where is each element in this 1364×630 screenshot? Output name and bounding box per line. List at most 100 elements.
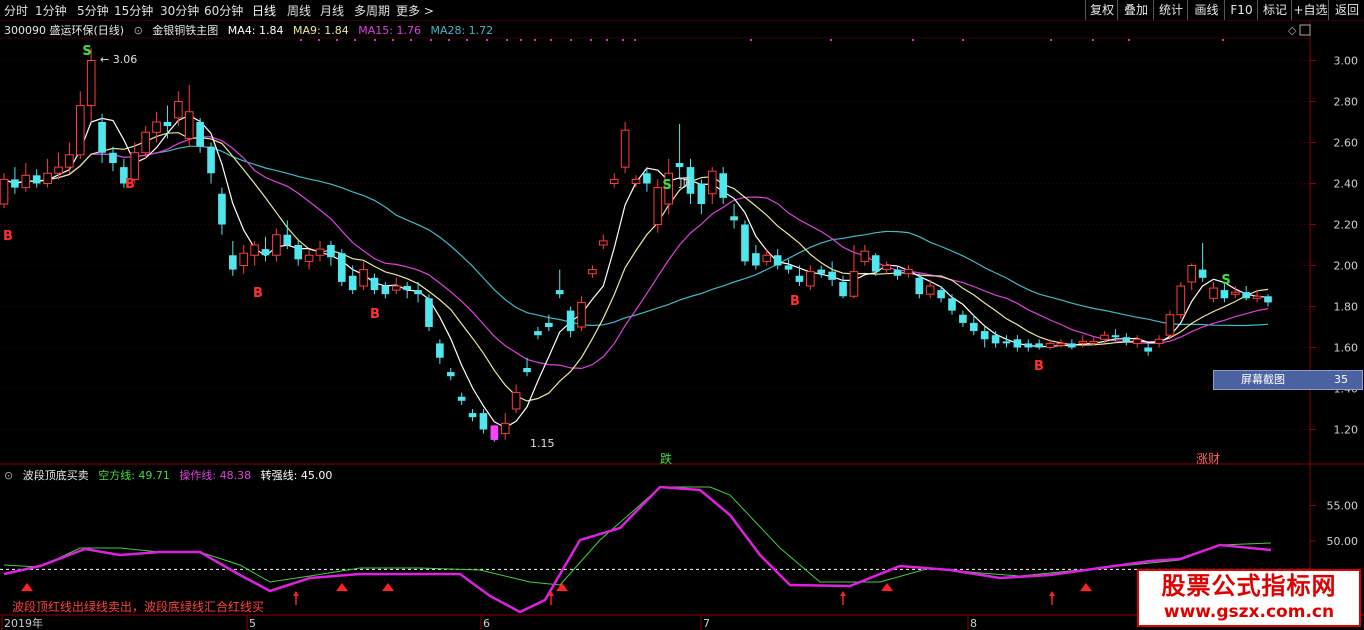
candle-body[interactable] [1242,292,1251,299]
candle-body[interactable] [675,163,684,168]
candle-body[interactable] [806,271,815,287]
candle-body[interactable] [741,224,749,262]
candle-body[interactable] [1187,265,1197,283]
candle-body[interactable] [893,269,902,276]
candle-body[interactable] [425,298,433,327]
candle-body[interactable] [294,245,303,260]
candle-body[interactable] [348,275,357,291]
candle-body[interactable] [98,122,106,153]
candle-body[interactable] [381,286,390,295]
candle-body[interactable] [795,275,804,282]
candle-body[interactable] [0,178,9,205]
candle-body[interactable] [1252,295,1262,299]
candle-body[interactable] [250,244,259,256]
candle-body[interactable] [959,314,967,323]
candle-body[interactable] [75,105,85,156]
candle-body[interactable] [54,166,63,174]
candle-body[interactable] [1122,337,1131,342]
candle-body[interactable] [196,122,204,147]
candle-body[interactable] [359,269,368,287]
candle-body[interactable] [643,173,651,184]
candle-body[interactable] [65,154,74,168]
candle-body[interactable] [860,250,870,262]
candle-body[interactable] [1100,334,1109,340]
candle-body[interactable] [719,173,727,198]
candle-body[interactable] [229,255,237,270]
candle-body[interactable] [925,285,935,295]
candle-body[interactable] [1035,343,1043,348]
candle-body[interactable] [1176,285,1186,316]
main-indicator-name[interactable]: 金银铜铁主图 [152,24,218,37]
candle-body[interactable] [784,265,793,270]
candle-body[interactable] [882,265,891,271]
kline-chart[interactable]: 3.002.802.602.402.202.001.801.601.401.20… [0,0,1364,630]
candle-body[interactable] [184,111,194,139]
candle-body[interactable] [337,253,346,282]
candle-body[interactable] [1264,296,1272,303]
candle-body[interactable] [915,277,924,295]
candle-body[interactable] [163,122,172,127]
candle-body[interactable] [577,301,586,328]
candle-body[interactable] [1111,335,1120,338]
candle-body[interactable] [1132,338,1142,344]
candle-body[interactable] [752,253,760,266]
indicator-toggle-icon[interactable]: ⊙ [134,24,143,37]
candle-body[interactable] [1045,342,1055,348]
candle-body[interactable] [697,183,706,205]
candle-body[interactable] [545,322,553,327]
candle-body[interactable] [653,187,663,226]
candle-body[interactable] [1144,347,1152,352]
candle-body[interactable] [1068,343,1076,348]
maximize-icon[interactable] [1299,24,1311,36]
candle-body[interactable] [446,372,455,377]
candle-body[interactable] [1209,287,1218,299]
candle-body[interactable] [327,245,335,258]
candle-body[interactable] [218,193,226,225]
candle-body[interactable] [828,271,836,280]
candle-body[interactable] [1230,291,1240,295]
candle-body[interactable] [130,152,140,180]
candle-body[interactable] [762,254,772,262]
candle-body[interactable] [588,269,597,275]
candle-body[interactable] [11,179,19,188]
candle-body[interactable] [261,249,270,256]
candle-body[interactable] [370,277,379,291]
candle-body[interactable] [620,129,630,168]
candle-body[interactable] [457,396,466,401]
candle-body[interactable] [937,290,945,299]
candle-body[interactable] [534,331,542,336]
candle-body[interactable] [523,368,531,373]
candle-body[interactable] [272,234,281,256]
candle-body[interactable] [773,255,782,266]
candle-body[interactable] [849,271,859,297]
candle-body[interactable] [468,413,477,418]
candle-body[interactable] [1165,314,1175,336]
candle-body[interactable] [391,285,401,291]
candle-body[interactable] [479,413,488,430]
candle-body[interactable] [1024,343,1033,348]
candle-body[interactable] [43,172,52,184]
candle-body[interactable] [32,175,41,184]
candle-body[interactable] [174,101,183,119]
candle-body[interactable] [403,286,411,291]
candle-body[interactable] [707,170,717,195]
candle-body[interactable] [414,290,422,295]
candle-body[interactable] [86,60,96,107]
candle-body[interactable] [871,255,880,272]
candle-body[interactable] [304,254,314,262]
candle-body[interactable] [109,152,117,163]
candle-body[interactable] [1056,342,1066,346]
candle-body[interactable] [1220,290,1229,299]
candle-body[interactable] [609,178,619,184]
candle-body[interactable] [1002,341,1011,344]
candle-body[interactable] [511,392,521,410]
candle-body[interactable] [566,310,575,332]
candle-body[interactable] [141,131,150,154]
candle-body[interactable] [904,269,913,275]
candle-body[interactable] [730,216,738,221]
candle-body[interactable] [839,281,847,297]
candle-body[interactable] [315,248,325,256]
candle-body[interactable] [239,252,249,266]
candle-body[interactable] [21,174,31,189]
candle-body[interactable] [1089,340,1098,344]
